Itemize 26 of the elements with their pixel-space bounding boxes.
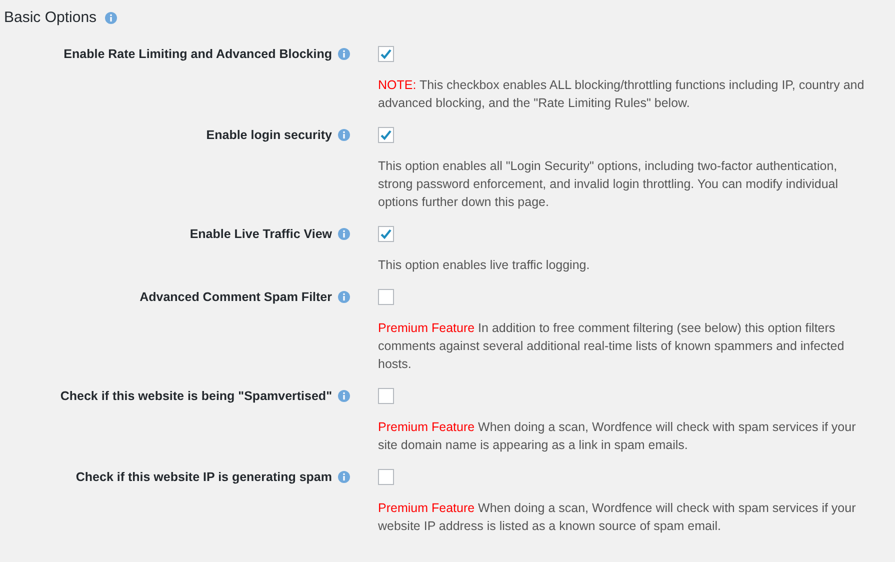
option-description: Premium Feature In addition to free comment filtering (see below) this option filters comments against several additional real-time lists of known spammers and infected hosts. (378, 320, 846, 373)
checkbox[interactable] (378, 388, 394, 404)
checkbox[interactable] (378, 226, 394, 242)
option-description: Premium Feature When doing a scan, Wordfence will check with spam services if your site domain name is appearing as a link in spam emails. (378, 419, 857, 454)
info-icon[interactable] (338, 228, 350, 240)
option-description: Premium Feature When doing a scan, Wordfence will check with spam services if your website IP address is listed as a known source of spam email. (378, 500, 857, 535)
option-label: Enable Rate Limiting and Advanced Blocking (64, 47, 332, 61)
info-icon[interactable] (104, 12, 117, 24)
option-description: This option enables all "Login Security" options, including two-factor authentication, strong password enforcement, and invalid login throttling. You can modify individual options further down this page. (378, 158, 839, 211)
option-description: NOTE: This checkbox enables ALL blocking/throttling functions including IP, country and advanced blocking, and the "Rate Limiting Rules" below. (378, 77, 866, 112)
option-label: Check if this website is being "Spamvertised" (60, 389, 332, 403)
info-icon[interactable] (338, 390, 350, 402)
section-title: Basic Options (4, 9, 97, 26)
option-label: Check if this website IP is generating spam (76, 470, 332, 484)
checkbox[interactable] (378, 127, 394, 143)
info-icon[interactable] (338, 129, 350, 141)
checkbox[interactable] (378, 289, 394, 305)
info-icon[interactable] (338, 291, 350, 303)
option-label: Enable Live Traffic View (190, 227, 332, 241)
checkbox[interactable] (378, 46, 394, 62)
option-label: Advanced Comment Spam Filter (140, 290, 332, 304)
option-description: This option enables live traffic logging. (378, 257, 591, 274)
checkbox[interactable] (378, 469, 394, 485)
info-icon[interactable] (338, 48, 350, 60)
info-icon[interactable] (338, 471, 350, 483)
option-label: Enable login security (206, 128, 332, 142)
